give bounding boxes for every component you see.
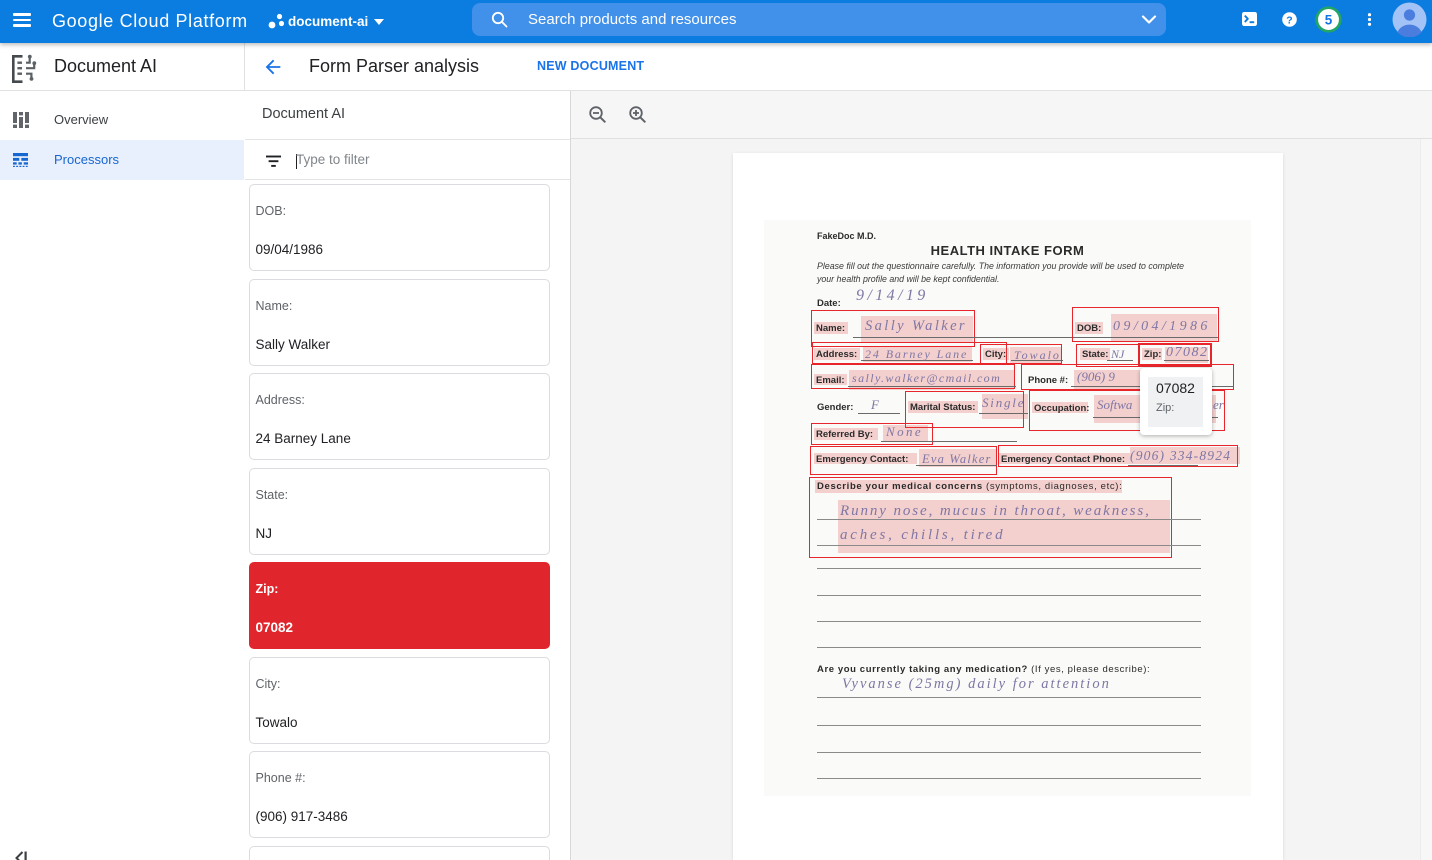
svg-text:?: ? bbox=[1286, 14, 1292, 26]
svg-text:5: 5 bbox=[1325, 12, 1333, 27]
